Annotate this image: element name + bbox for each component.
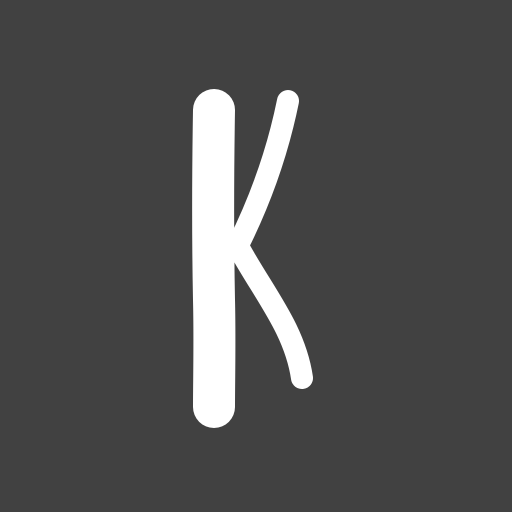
letter-k-logo-icon bbox=[192, 89, 313, 428]
k-upper-arm-stroke bbox=[227, 90, 299, 256]
k-stem-stroke bbox=[192, 89, 236, 428]
logo-background bbox=[0, 0, 512, 512]
k-lower-leg-stroke bbox=[229, 239, 313, 389]
